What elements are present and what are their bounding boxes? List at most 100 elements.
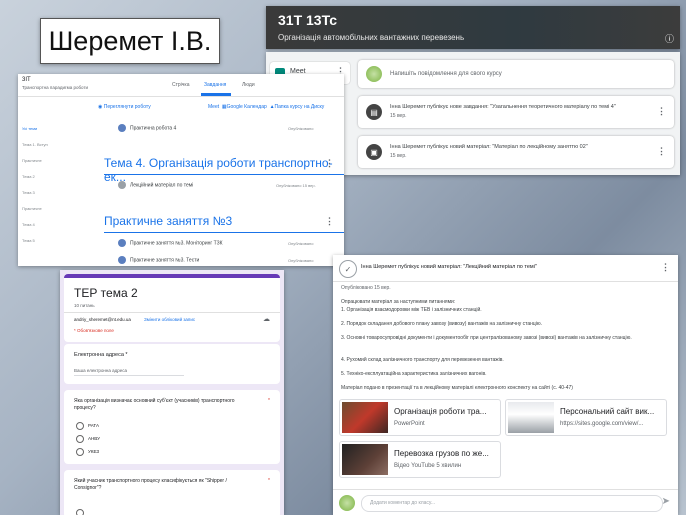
sidebar-item-all-topics[interactable]: Усі теми [22, 126, 37, 131]
radio-icon [76, 435, 84, 443]
comment-input[interactable]: Додати коментар до класу... [361, 495, 663, 512]
share-box[interactable]: Напишіть повідомлення для свого курсу [358, 60, 674, 88]
email-label: Електронна адреса * [74, 352, 128, 358]
course-subtitle: Організація автомобільних вантажних пере… [278, 33, 465, 42]
assignment-icon: ▤ [366, 104, 382, 120]
sidebar-item[interactable]: Практичне [22, 206, 42, 211]
info-icon[interactable]: ⓘ [665, 32, 674, 45]
list-item[interactable]: Практичне заняття №3. Тести [118, 256, 199, 264]
attachment-thumbnail [342, 402, 388, 433]
toolbar-links[interactable]: Meet ▦Google Календар ▲Папка курсу на Ди… [208, 104, 324, 110]
material-point: 4. Рухомий склад залізничного транспорту… [341, 357, 504, 363]
material-point: 5. Техніко-експлуатаційна характеристика… [341, 371, 487, 377]
share-placeholder: Напишіть повідомлення для свого курсу [390, 71, 502, 77]
comment-placeholder: Додати коментар до класу... [370, 500, 436, 506]
divider [104, 232, 344, 233]
material-intro: Опрацювати матеріал за наступними питанн… [341, 299, 456, 305]
sidebar-item[interactable]: Практичне [22, 158, 42, 163]
sidebar-item[interactable]: Тема 3 [22, 190, 35, 195]
list-item[interactable]: Лекційний матеріал по темі [118, 181, 193, 189]
drive-link[interactable]: Папка курсу на Диску [275, 104, 325, 110]
radio-icon [76, 448, 84, 456]
option-label: АНВУ [88, 436, 100, 442]
question-card: Яка організація визначає основний субʼєк… [64, 390, 280, 464]
attachment-type: PowerPoint [394, 421, 425, 427]
material-icon [118, 181, 126, 189]
view-work-button[interactable]: ◉ Переглянути роботу [98, 104, 151, 110]
account-email: andriy_sheremet@nt.edu.ua [74, 317, 131, 322]
attachment-type: Відео YouTube 5 хвилин [394, 463, 462, 469]
item-label: Практична робота 4 [130, 125, 177, 132]
attachment-link: https://sites.google.com/view/... [560, 421, 644, 427]
item-label: Практичне заняття №3. Тести [130, 257, 200, 264]
material-point: 3. Основні товаросупровідні документи і … [341, 335, 632, 341]
meet-link[interactable]: Meet [208, 104, 219, 110]
attachment-thumbnail [508, 402, 554, 433]
material-icon: ▣ [366, 144, 382, 160]
list-item[interactable]: Практичне заняття №3. Моніторинг ТЗК [118, 239, 223, 247]
sidebar-item[interactable]: Тема 5 [22, 238, 35, 243]
classwork-panel: 3ІТ Транспортна парадигма роботи Стрічка… [18, 74, 344, 266]
more-icon[interactable]: ⋮ [657, 106, 666, 117]
stream-post[interactable]: ▤ Інна Шеремет публікує нове завдання: "… [358, 96, 674, 128]
more-icon[interactable]: ⋮ [325, 158, 334, 169]
material-meta: Опубліковано 15 вер. [341, 285, 391, 291]
more-icon[interactable]: ⋮ [657, 146, 666, 157]
item-label: Лекційний матеріал по темі [130, 182, 194, 189]
radio-option[interactable]: АНВУ [76, 435, 100, 443]
attachment-title: Персональний сайт вик... [560, 407, 655, 416]
email-question-card: Електронна адреса * Ваша електронна адре… [64, 344, 280, 384]
attachment-thumbnail [342, 444, 388, 475]
material-header: ✓ Інна Шеремет публікує новий матеріал: … [333, 255, 678, 282]
item-date: Опубліковано [288, 258, 314, 263]
post-date: 15 вер. [390, 153, 407, 159]
classwork-header: 3ІТ Транспортна парадигма роботи Стрічка… [18, 74, 344, 97]
post-text: Інна Шеремет публікує новий матеріал: "М… [390, 144, 588, 150]
attachment-card[interactable]: Організація роботи тра... PowerPoint [339, 399, 501, 436]
course-title: 31Т 13Тс [278, 12, 338, 28]
more-icon[interactable]: ⋮ [325, 216, 334, 227]
item-date: Опубліковано 15 вер. [276, 183, 316, 188]
more-icon[interactable]: ⋮ [661, 262, 670, 273]
required-mark: * [268, 478, 270, 484]
send-icon[interactable]: ➤ [662, 496, 670, 507]
attachment-card[interactable]: Персональний сайт вик... https://sites.g… [505, 399, 667, 436]
material-closing: Матеріал подано в презентації та в лекці… [341, 385, 573, 391]
email-field[interactable]: Ваша електронна адреса [74, 368, 184, 376]
calendar-link[interactable]: Google Календар [227, 104, 267, 110]
topic-heading[interactable]: Практичне заняття №3 [104, 214, 232, 228]
sidebar-item[interactable]: Тема 1. Вступ [22, 142, 48, 147]
list-item[interactable]: Практична робота 4 [118, 124, 176, 132]
post-date: 15 вер. [390, 113, 407, 119]
required-note: * Обов'язкове поле [74, 328, 114, 333]
topic-heading[interactable]: Тема 4. Організація роботи транспортно-е… [104, 156, 344, 184]
option-label: РАТА [88, 423, 99, 429]
form-points: 10 питань [74, 303, 95, 308]
sidebar-item[interactable]: Тема 2 [22, 174, 35, 179]
attachment-card[interactable]: Перевозка грузов по же... Відео YouTube … [339, 441, 501, 478]
radio-option[interactable]: РАТА [76, 422, 99, 430]
post-text: Інна Шеремет публікує нове завдання: "Уз… [390, 104, 616, 110]
sidebar-item[interactable]: Тема 4 [22, 222, 35, 227]
item-label: Практичне заняття №3. Моніторинг ТЗК [130, 240, 223, 247]
attachment-title: Перевозка грузов по же... [394, 449, 489, 458]
assignment-icon [118, 256, 126, 264]
item-date: Опубліковано [288, 241, 314, 246]
stream-post[interactable]: ▣ Інна Шеремет публікує новий матеріал: … [358, 136, 674, 168]
course-banner[interactable]: 31Т 13Тс Організація автомобільних ванта… [266, 6, 680, 49]
switch-account-link[interactable]: Змінити обліковий запис [144, 317, 195, 322]
radio-option[interactable]: УКЕЗ [76, 448, 99, 456]
course-short: 3ІТ [22, 77, 31, 83]
tab-classwork[interactable]: Завдання [204, 82, 226, 88]
material-point: 1. Організація взаємодоровки між ТЕВ і з… [341, 307, 482, 313]
tab-people[interactable]: Люди [242, 82, 255, 88]
radio-option[interactable] [76, 504, 88, 515]
radio-icon [76, 422, 84, 430]
material-icon: ✓ [339, 260, 357, 278]
name-label: Шеремет І.В. [40, 18, 220, 64]
view-work-label: Переглянути роботу [103, 104, 151, 110]
assignment-icon [118, 124, 126, 132]
item-date: Опубліковано [288, 126, 314, 131]
active-tab-indicator [201, 93, 231, 96]
tab-stream[interactable]: Стрічка [172, 82, 189, 88]
